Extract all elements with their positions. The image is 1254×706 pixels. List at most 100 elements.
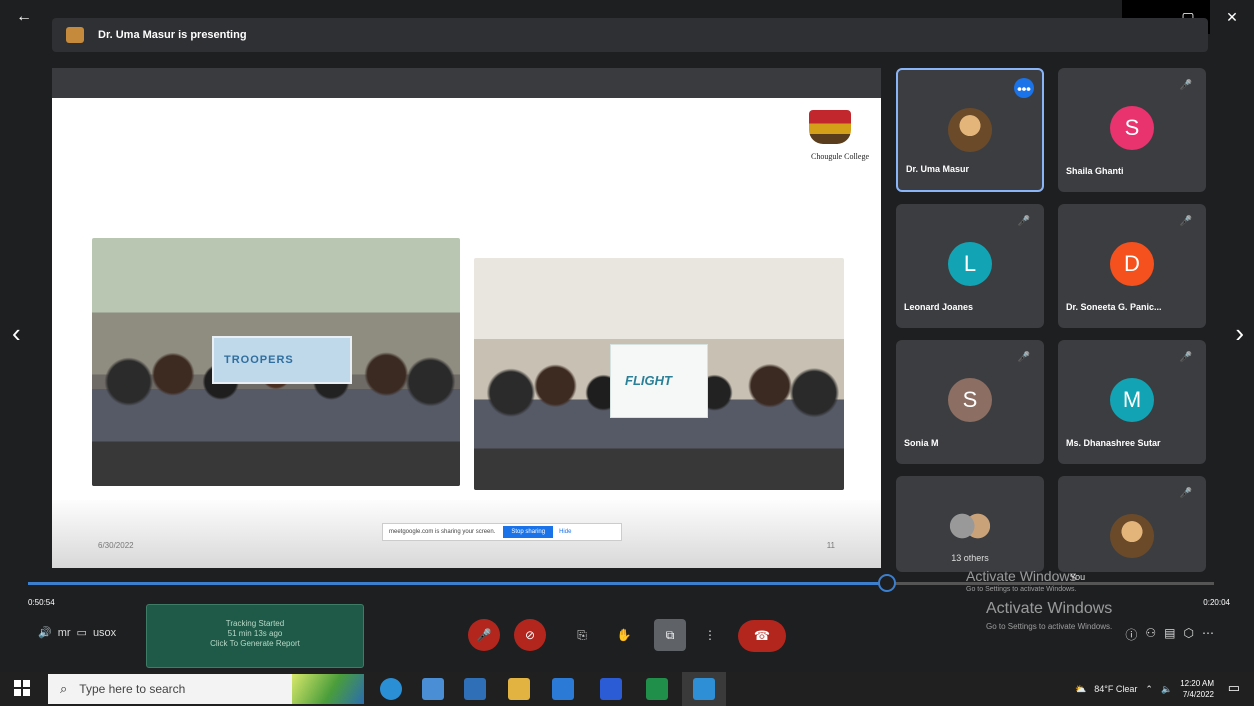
windows-start-icon[interactable]: [14, 680, 30, 696]
chevron-up-icon[interactable]: ⌃: [1145, 684, 1153, 695]
people-icon[interactable]: ⚇: [1145, 626, 1156, 643]
excel-icon[interactable]: [646, 678, 668, 700]
avatar: D: [1110, 242, 1154, 286]
mic-muted-icon: 🎤: [1179, 216, 1192, 227]
system-tray: ⛅ 84°F Clear ⌃ 🔈 12:20 AM 7/4/2022: [1075, 672, 1214, 706]
participant-tile[interactable]: 🎤 S Sonia M: [896, 340, 1044, 464]
present-button[interactable]: ⧉: [654, 619, 686, 651]
chat-icon[interactable]: ▤: [1164, 626, 1175, 643]
close-button[interactable]: ✕: [1210, 0, 1254, 34]
avatar: S: [948, 378, 992, 422]
raise-hand-button[interactable]: ✋: [608, 619, 640, 651]
chevron-right-icon[interactable]: ›: [1235, 318, 1244, 349]
banner-right-text: FLIGHT: [625, 373, 672, 388]
app-icon[interactable]: [693, 678, 715, 700]
participant-name: Ms. Dhanashree Sutar: [1066, 438, 1161, 448]
stop-sharing-button[interactable]: Stop sharing: [503, 526, 554, 538]
generate-report-link[interactable]: Click To Generate Report: [147, 639, 363, 649]
slide-header-bar: [52, 68, 881, 98]
participant-tile[interactable]: 13 others: [896, 476, 1044, 572]
search-highlight-image: [292, 674, 364, 704]
presentation-icon: [66, 27, 84, 43]
participant-name: Dr. Soneeta G. Panic...: [1066, 302, 1162, 312]
presenter-bar: Dr. Uma Masur is presenting: [52, 18, 1208, 52]
participant-tile[interactable]: 🎤 L Leonard Joanes: [896, 204, 1044, 328]
edge-icon[interactable]: [380, 678, 402, 700]
calculator-icon[interactable]: [552, 678, 574, 700]
mail-icon[interactable]: [464, 678, 486, 700]
search-placeholder: Type here to search: [79, 682, 186, 696]
mic-muted-icon: 🎤: [1179, 80, 1192, 91]
college-name: Chougule College: [811, 152, 869, 161]
weather-icon[interactable]: ⛅: [1075, 684, 1086, 695]
avatar: [944, 504, 996, 548]
back-arrow-icon[interactable]: ←: [16, 8, 32, 26]
end-call-button[interactable]: ☎: [738, 620, 786, 652]
captions-button[interactable]: ⎘: [566, 619, 598, 651]
playback-knob[interactable]: [878, 574, 896, 592]
activate-windows-subtitle: Go to Settings to activate Windows.: [986, 622, 1113, 631]
captions-icon[interactable]: ▭: [77, 626, 87, 639]
participant-tile[interactable]: 🎤 S Shaila Ghanti: [1058, 68, 1206, 192]
participant-name: Leonard Joanes: [904, 302, 974, 312]
right-controls: ⓘ ⚇ ▤ ⬡ ⋯: [1125, 626, 1214, 643]
tracking-widget[interactable]: Tracking Started 51 min 13s ago Click To…: [146, 604, 364, 668]
taskbar-search[interactable]: ⌕ Type here to search: [48, 674, 364, 704]
shared-slide: Chougule College TROOPERS FLIGHT 6/30/20…: [52, 98, 881, 568]
participant-tile[interactable]: 🎤 M Ms. Dhanashree Sutar: [1058, 340, 1206, 464]
group-photo-left: TROOPERS: [92, 238, 460, 486]
speaker-icon[interactable]: 🔈: [1161, 684, 1172, 695]
group-photo-right: FLIGHT: [474, 258, 844, 490]
participant-name: Sonia M: [904, 438, 939, 448]
participant-name: Dr. Uma Masur: [906, 164, 970, 174]
slide-date: 6/30/2022: [98, 541, 134, 550]
clock[interactable]: 12:20 AM 7/4/2022: [1180, 678, 1214, 700]
participant-tile[interactable]: 🎤 D Dr. Soneeta G. Panic...: [1058, 204, 1206, 328]
slide-page-number: 11: [826, 541, 835, 550]
clock-date: 7/4/2022: [1182, 690, 1214, 699]
search-icon: ⌕: [60, 681, 68, 696]
activate-windows-title: Activate Windows: [986, 600, 1113, 617]
chevron-left-icon[interactable]: ‹: [12, 318, 21, 349]
banner-left-text: TROOPERS: [224, 354, 294, 366]
speaking-indicator-icon: ⦁⦁⦁: [1014, 78, 1034, 98]
clock-time: 12:20 AM: [1180, 679, 1214, 688]
screen-share-notice: meetgoogle.com is sharing your screen. S…: [382, 523, 622, 541]
banner-right: FLIGHT: [610, 344, 708, 418]
presenter-text: Dr. Uma Masur is presenting: [98, 29, 247, 41]
volume-icon[interactable]: 🔊: [38, 626, 52, 639]
mic-off-button[interactable]: 🎤: [468, 619, 500, 651]
info-icon[interactable]: ⓘ: [1125, 626, 1137, 643]
tracking-duration: 51 min 13s ago: [227, 629, 283, 638]
participant-tile[interactable]: 🎤: [1058, 476, 1206, 572]
more-options-button[interactable]: ⋮: [694, 619, 726, 651]
playback-progress[interactable]: [28, 582, 888, 585]
activities-icon[interactable]: ⬡: [1184, 626, 1194, 643]
others-count: 13 others: [951, 553, 989, 563]
banner-left: TROOPERS: [212, 336, 352, 384]
activate-windows-title: Activate Windows: [966, 568, 1077, 584]
share-notice-text: meetgoogle.com is sharing your screen.: [389, 529, 496, 535]
hide-button[interactable]: Hide: [559, 529, 571, 535]
mic-muted-icon: 🎤: [1017, 352, 1030, 363]
weather-text[interactable]: 84°F Clear: [1094, 684, 1137, 694]
mic-muted-icon: 🎤: [1017, 216, 1030, 227]
tracking-status: Tracking Started: [225, 619, 285, 628]
left-controls: 🔊 mr ▭ usox: [38, 626, 117, 640]
avatar: L: [948, 242, 992, 286]
participant-tile[interactable]: ⦁⦁⦁ Dr. Uma Masur: [896, 68, 1044, 192]
control-label: usox: [92, 626, 117, 639]
file-explorer-icon[interactable]: [508, 678, 530, 700]
notification-icon[interactable]: ▭: [1228, 680, 1240, 696]
word-icon[interactable]: [600, 678, 622, 700]
avatar: M: [1110, 378, 1154, 422]
mic-muted-icon: 🎤: [1179, 352, 1192, 363]
activate-windows-subtitle: Go to Settings to activate Windows.: [966, 586, 1077, 593]
more-icon[interactable]: ⋯: [1202, 626, 1214, 643]
store-icon[interactable]: [422, 678, 444, 700]
college-logo: [809, 110, 851, 144]
camera-off-button[interactable]: ⊘: [514, 619, 546, 651]
total-time: 0:20:04: [1203, 598, 1230, 607]
mic-muted-icon: 🎤: [1179, 488, 1192, 499]
avatar: [1110, 514, 1154, 558]
